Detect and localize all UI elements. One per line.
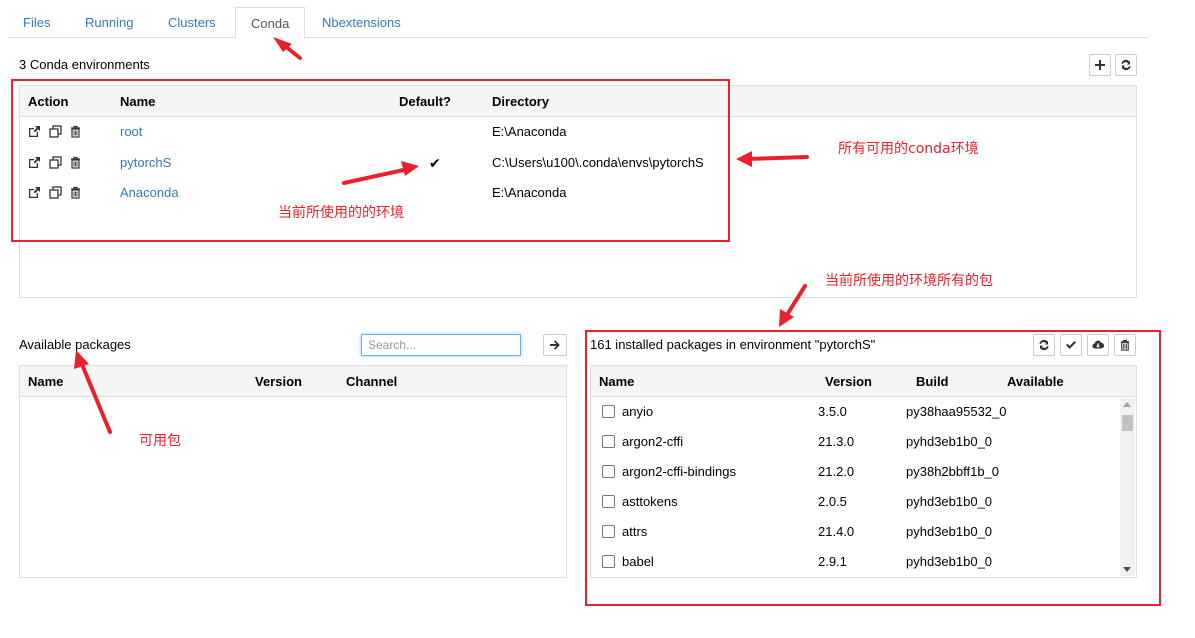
header-channel[interactable]: Channel — [346, 374, 397, 389]
header-name[interactable]: Name — [28, 374, 63, 389]
annotation-available-packages: 可用包 — [139, 433, 181, 449]
tab-bar: Files Running Clusters Conda Nbextension… — [8, 0, 1148, 39]
annotation-box-installed — [585, 330, 1161, 606]
add-environment-button[interactable] — [1089, 54, 1111, 76]
tab-nbextensions[interactable]: Nbextensions — [307, 7, 416, 38]
package-search-input[interactable] — [361, 334, 521, 356]
arrow-right-icon — [550, 340, 560, 350]
annotation-all-envs: 所有可用的conda环境 — [838, 141, 979, 157]
available-packages-header: Name Version Channel — [20, 366, 566, 397]
refresh-environments-button[interactable] — [1115, 54, 1137, 76]
tab-files[interactable]: Files — [8, 7, 65, 38]
tab-running[interactable]: Running — [70, 7, 148, 38]
arrow-to-conda-tab — [278, 40, 302, 60]
install-package-button[interactable] — [543, 334, 567, 356]
annotation-current-env-packages: 当前所使用的环境所有的包 — [825, 273, 993, 289]
refresh-icon — [1121, 59, 1131, 71]
plus-icon — [1095, 60, 1105, 70]
available-packages-title: Available packages — [19, 337, 131, 352]
available-packages-table: Name Version Channel — [19, 365, 567, 578]
environments-count: 3 Conda environments — [19, 57, 150, 72]
tab-conda[interactable]: Conda — [235, 7, 306, 39]
annotation-current-env: 当前所使用的的环境 — [278, 205, 404, 221]
header-version[interactable]: Version — [255, 374, 302, 389]
tab-clusters[interactable]: Clusters — [153, 7, 231, 38]
